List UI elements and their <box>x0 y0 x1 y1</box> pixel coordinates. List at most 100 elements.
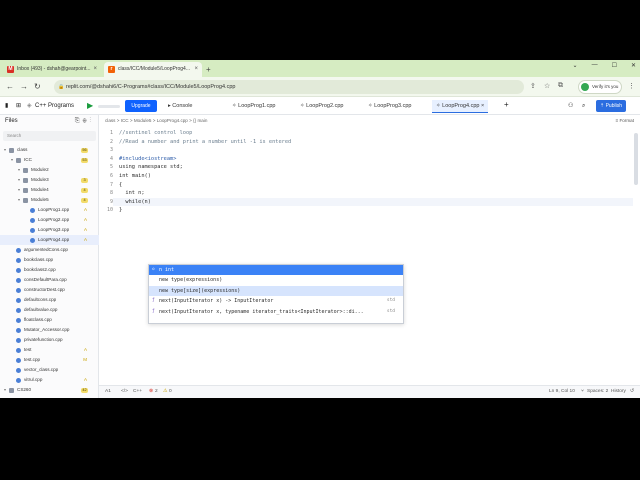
code-line[interactable]: int main() <box>119 172 291 181</box>
tree-file[interactable]: LoopProg4.cpp A <box>0 235 99 245</box>
new-tab-button[interactable]: + <box>206 62 211 77</box>
new-file-icon[interactable]: ⎘ <box>75 118 83 124</box>
run-button[interactable]: ▶ <box>87 101 93 111</box>
cpp-file-icon <box>16 297 21 303</box>
tab-loopprog1[interactable]: ✧ LoopProg1.cpp <box>228 100 279 113</box>
status-history[interactable]: History <box>611 386 626 398</box>
add-tab-button[interactable]: + <box>504 100 509 110</box>
tree-file[interactable]: defaultcons.cpp <box>0 295 99 305</box>
invite-icon[interactable]: ⚇ <box>568 101 573 111</box>
search-icon[interactable]: ⌕ <box>582 101 585 111</box>
browser-tab-replit[interactable]: r class/ICC/Module5/LoopProg4... × <box>104 62 202 77</box>
sidebar-toggle-icon[interactable]: ▮ <box>5 101 8 111</box>
tab-loopprog3[interactable]: ✧ LoopProg3.cpp <box>364 100 415 113</box>
forward-icon[interactable]: → <box>20 82 28 91</box>
tree-folder[interactable]: ▾ Module5 4 <box>0 195 99 205</box>
url-field[interactable]: 🔒 replit.com/@dshahi6/C-Programs#class/I… <box>54 80 524 94</box>
code-line[interactable]: //Read a number and print a number until… <box>119 138 291 147</box>
cpp-file-icon <box>16 307 21 313</box>
chevron-down-icon[interactable]: ▾ <box>11 155 13 165</box>
format-button[interactable]: ≡ Format <box>615 118 634 123</box>
status-errors[interactable]: 2 <box>155 386 158 398</box>
tab-loopprog2[interactable]: ✧ LoopProg2.cpp <box>296 100 347 113</box>
tree-file[interactable]: bookclass.cpp <box>0 255 99 265</box>
reload-icon[interactable]: ↻ <box>34 82 41 91</box>
grid-icon[interactable]: ⊞ <box>16 101 21 111</box>
tree-file[interactable]: privatefunction.cpp <box>0 335 99 345</box>
tree-file[interactable]: consDefaultPara.cpp <box>0 275 99 285</box>
more-icon[interactable]: ⋮ <box>89 118 94 124</box>
tree-folder[interactable]: ▾ ICC 53 <box>0 155 99 165</box>
tree-file[interactable]: test A <box>0 345 99 355</box>
maximize-icon[interactable]: ☐ <box>612 62 617 69</box>
minimize-icon[interactable]: — <box>592 62 598 69</box>
tree-folder[interactable]: ▾ Module4 4 <box>0 185 99 195</box>
code-line[interactable]: //sentinel control loop <box>119 129 291 138</box>
tab-loopprog4[interactable]: ✧ LoopProg4.cpp × <box>432 100 489 113</box>
code-line[interactable]: #include<iostream> <box>119 155 291 164</box>
autocomplete-item[interactable]: ƒ next(InputIterator x, typename iterator… <box>149 307 403 317</box>
tree-file[interactable]: LoopProg1.cpp A <box>0 205 99 215</box>
status-warnings[interactable]: 0 <box>169 386 172 398</box>
status-language[interactable]: C++ <box>133 386 142 398</box>
autocomplete-item[interactable]: ƒ next(InputIterator x) -> InputIterator s… <box>149 296 403 306</box>
file-tree: ▾ class 56 ▾ ICC 53 ▾ Module2 ▾ Module3 3 ▾ Module4 4… <box>0 145 99 395</box>
tree-file[interactable]: Mutator_Accessor.cpp <box>0 325 99 335</box>
back-icon[interactable]: ← <box>6 82 14 91</box>
tree-file[interactable]: defaultvalue.cpp <box>0 305 99 315</box>
code-lines[interactable]: //sentinel control loop//Read a number a… <box>119 129 291 215</box>
tree-folder[interactable]: ▾ Module3 3 <box>0 175 99 185</box>
autocomplete-item[interactable]: ◇ n int <box>149 265 403 276</box>
chevron-down-icon[interactable]: ▾ <box>18 165 20 175</box>
file-search-input[interactable]: Search <box>3 131 96 141</box>
files-title: Files <box>5 118 18 124</box>
publish-button[interactable]: ⇡ Publish <box>596 100 626 112</box>
tab-console[interactable]: ▸ Console <box>164 100 196 113</box>
file-sidebar: Files ⎘⊕⋮ Search ▾ class 56 ▾ ICC 53 ▾ Module2 ▾… <box>0 115 99 398</box>
tree-folder[interactable]: ▾ Module2 <box>0 165 99 175</box>
status-spaces[interactable]: Spaces: 2 <box>587 386 608 398</box>
code-line[interactable]: } <box>119 206 291 215</box>
code-editor[interactable]: class > ICC > Module5 > LoopProg4.cpp > … <box>99 115 640 385</box>
project-name[interactable]: C++ Programs <box>35 101 74 111</box>
close-tab-icon[interactable]: × <box>194 62 198 77</box>
tree-file[interactable]: vitrul.cpp A <box>0 375 99 385</box>
tree-file[interactable]: LoopProg3.cpp A <box>0 225 99 235</box>
menu-kebab-icon[interactable]: ⋮ <box>628 82 635 90</box>
autocomplete-item[interactable]: new type[size](expressions) <box>149 285 403 297</box>
close-window-icon[interactable]: ✕ <box>631 62 636 69</box>
tree-file[interactable]: floatclass.cpp <box>0 315 99 325</box>
tree-file[interactable]: argumentedCons.cpp <box>0 245 99 255</box>
status-position[interactable]: Ln 9, Col 10 <box>549 386 575 398</box>
tree-folder[interactable]: ▾ class 56 <box>0 145 99 155</box>
tree-file[interactable]: test.cpp M <box>0 355 99 365</box>
editor-scrollbar[interactable] <box>634 133 638 185</box>
tree-file[interactable]: LoopProg2.cpp A <box>0 215 99 225</box>
upgrade-button[interactable]: Upgrade <box>125 100 157 112</box>
share-icon[interactable]: ⇪ <box>530 82 536 90</box>
autocomplete-popup: ◇ n int new type(expressions) new type[size… <box>148 264 404 324</box>
code-line[interactable]: using namespace std; <box>119 163 291 172</box>
profile-verify-button[interactable]: Verify it's you <box>578 80 622 94</box>
chevron-down-icon[interactable]: ▾ <box>18 185 20 195</box>
code-line[interactable] <box>119 146 291 155</box>
bookmark-star-icon[interactable]: ☆ <box>544 82 550 90</box>
git-status-mark: A <box>83 237 87 242</box>
chevron-down-icon[interactable]: ▾ <box>18 175 20 185</box>
tree-file[interactable]: constructorDest.cpp <box>0 285 99 295</box>
chevron-down-icon[interactable]: ▾ <box>4 145 6 155</box>
browser-tab-inbox[interactable]: M Inbox (493) - dshah@gearpoint... × <box>3 62 101 77</box>
tree-file[interactable]: bookclass2.cpp <box>0 265 99 275</box>
close-tab-icon[interactable]: × <box>93 62 97 77</box>
chevron-down-icon[interactable]: ▾ <box>4 385 6 395</box>
history-icon[interactable]: ↺ <box>630 386 634 398</box>
code-line[interactable]: int n; <box>119 189 291 198</box>
tree-file[interactable]: vector_class.cpp <box>0 365 99 375</box>
tree-folder[interactable]: ▾ CS260 42 <box>0 385 99 395</box>
autocomplete-item[interactable]: new type(expressions) <box>149 275 403 285</box>
extensions-icon[interactable]: ⧉ <box>558 82 563 90</box>
code-line[interactable]: { <box>119 181 291 190</box>
code-line[interactable]: while(n) <box>119 198 291 207</box>
chevron-down-icon[interactable]: ▾ <box>18 195 20 205</box>
chevron-down-icon[interactable]: ⌄ <box>573 62 578 69</box>
